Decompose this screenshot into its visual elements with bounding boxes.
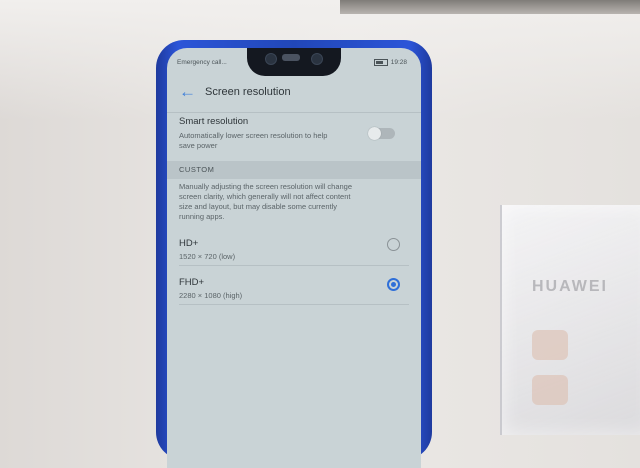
background-shelf bbox=[340, 0, 640, 14]
box-graphic bbox=[532, 330, 568, 360]
option-divider bbox=[179, 304, 409, 305]
front-camera-icon bbox=[265, 53, 277, 65]
back-arrow-icon[interactable]: ← bbox=[179, 82, 196, 102]
box-graphic bbox=[532, 375, 568, 405]
app-bar: ← Screen resolution bbox=[167, 78, 421, 108]
phone-device: Emergency call... 19:28 ← Screen resolut… bbox=[156, 40, 432, 468]
option-fhd-radio[interactable] bbox=[387, 278, 400, 291]
smart-resolution-description-cont: save power bbox=[179, 141, 218, 150]
camera-notch bbox=[247, 48, 341, 76]
toggle-knob bbox=[368, 127, 381, 140]
custom-description: Manually adjusting the screen resolution… bbox=[179, 182, 399, 222]
custom-description-line: Manually adjusting the screen resolution… bbox=[179, 182, 353, 191]
option-hd-label: HD+ bbox=[179, 238, 199, 249]
option-divider bbox=[179, 265, 409, 266]
box-brand-text: HUAWEI bbox=[532, 278, 608, 295]
earpiece-speaker bbox=[282, 54, 300, 61]
option-hd-detail: 1520 × 720 (low) bbox=[179, 252, 236, 261]
option-fhd-detail: 2280 × 1080 (high) bbox=[179, 291, 243, 300]
status-carrier-text: Emergency call... bbox=[177, 59, 227, 66]
custom-description-line: running apps. bbox=[179, 212, 225, 221]
smart-resolution-label: Smart resolution bbox=[179, 116, 249, 127]
custom-description-line: size and layout, but may disable some cu… bbox=[179, 202, 337, 211]
status-time: 19:28 bbox=[390, 59, 407, 67]
header-divider bbox=[167, 112, 421, 113]
custom-description-line: screen clarity, which generally will not… bbox=[179, 192, 351, 201]
option-fhd-label: FHD+ bbox=[179, 277, 205, 288]
section-header-custom: CUSTOM bbox=[179, 165, 215, 174]
product-display-box: HUAWEI bbox=[500, 205, 640, 435]
status-right: 19:28 bbox=[373, 59, 407, 67]
smart-resolution-toggle[interactable] bbox=[368, 127, 395, 140]
battery-icon bbox=[373, 59, 388, 66]
phone-screen: Emergency call... 19:28 ← Screen resolut… bbox=[167, 48, 421, 468]
page-title: Screen resolution bbox=[205, 86, 291, 98]
front-sensor-icon bbox=[311, 53, 323, 65]
option-hd-radio[interactable] bbox=[387, 238, 400, 251]
